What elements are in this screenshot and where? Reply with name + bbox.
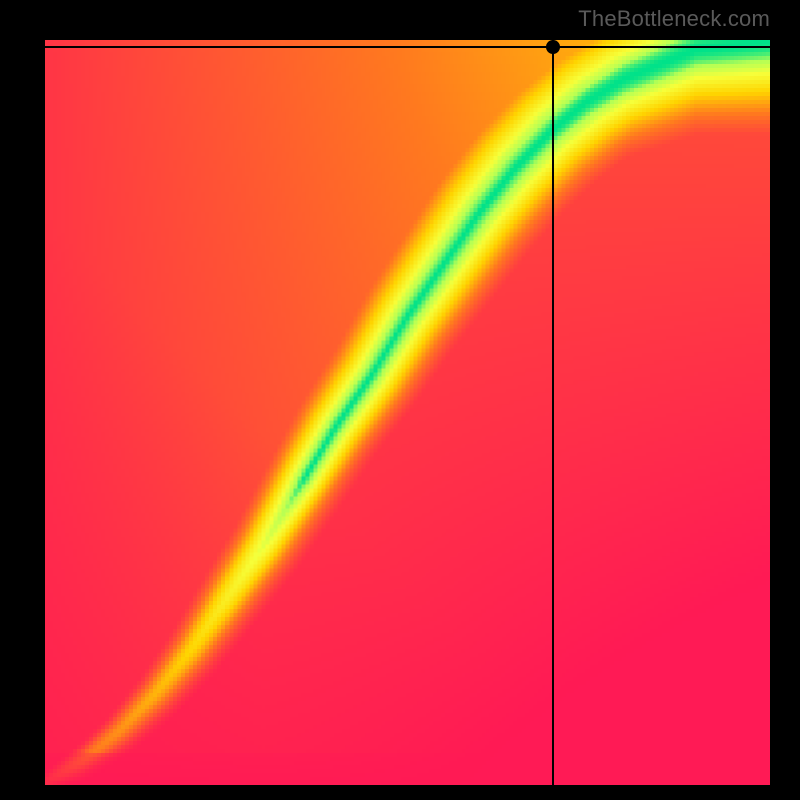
- chart-frame: TheBottleneck.com: [0, 0, 800, 800]
- heatmap-plot: [45, 40, 770, 785]
- crosshair-horizontal: [45, 46, 770, 48]
- selection-marker: [546, 40, 560, 54]
- heatmap-canvas: [45, 40, 770, 785]
- watermark-text: TheBottleneck.com: [578, 6, 770, 32]
- crosshair-vertical: [552, 40, 554, 785]
